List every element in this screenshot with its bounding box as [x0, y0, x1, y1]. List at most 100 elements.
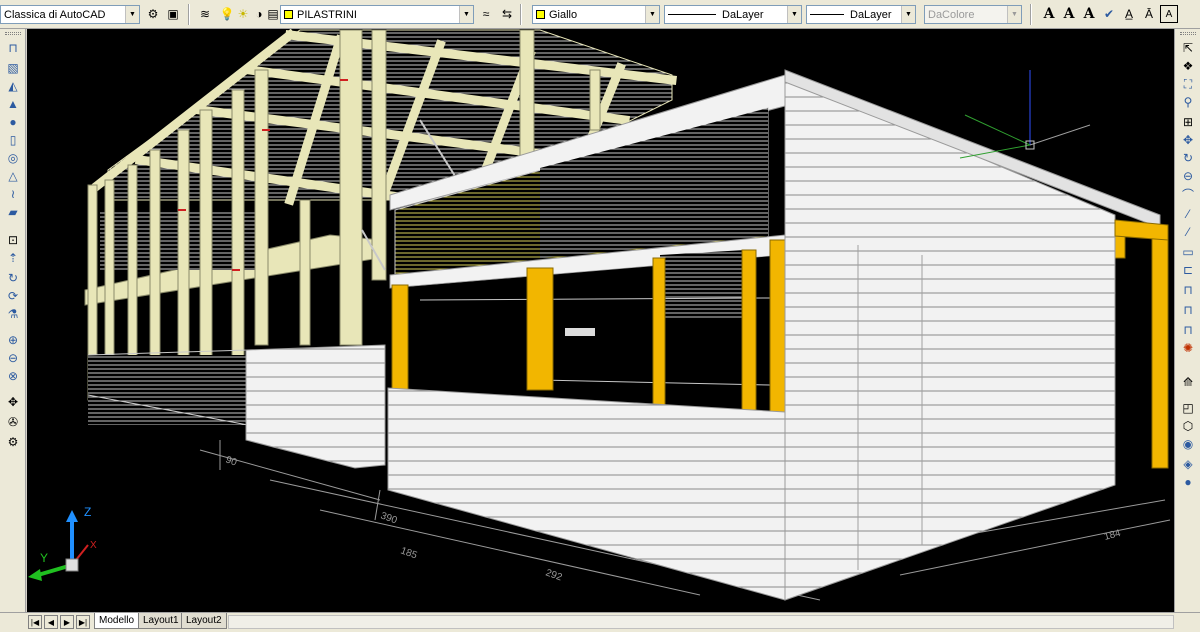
top-toolbar: Classica di AutoCAD ▼ ⚙ ▣ ≋ 💡 ☀ ◑ ▤ PILA…: [0, 0, 1200, 29]
3d-move-icon[interactable]: ✥: [4, 393, 22, 411]
spell-check-icon[interactable]: ✔: [1100, 5, 1118, 23]
ucs-label-y: Y: [40, 551, 48, 565]
revolve-icon[interactable]: ⟳: [4, 287, 22, 305]
find-text-icon[interactable]: A: [1080, 5, 1098, 23]
multiline-text-icon[interactable]: A: [1040, 5, 1058, 23]
first-tab-icon[interactable]: |◀: [28, 615, 42, 629]
extend-icon[interactable]: ⊓: [1179, 301, 1197, 319]
linetype-dropdown[interactable]: DaLayer ▼: [664, 5, 802, 24]
cylinder-icon[interactable]: ▯: [4, 131, 22, 149]
explode-icon[interactable]: ✺: [1179, 339, 1197, 357]
union-icon[interactable]: ⊕: [4, 331, 22, 349]
sphere-icon[interactable]: ●: [4, 113, 22, 131]
shaded-style-icon[interactable]: ●: [1179, 473, 1197, 491]
lineweight-preview: [810, 14, 844, 15]
3d-model-canvas[interactable]: 390 185 292 184 90 Z Y X: [27, 29, 1174, 612]
3d-zoom-icon[interactable]: ↻: [1179, 149, 1197, 167]
pyramid-icon[interactable]: △: [4, 167, 22, 185]
stretch-icon[interactable]: ⊏: [1179, 261, 1197, 279]
modeling-toolbar: ⊓ ▧ ◭ ▲ ● ▯ ◎ △ ≀ ▰ ⊡ ⇡ ↻ ⟳ ⚗ ⊕ ⊖ ⊗ ✥ ✇ …: [0, 29, 26, 612]
planar-surface-icon[interactable]: ▰: [4, 203, 22, 221]
lineweight-value: DaLayer: [850, 8, 892, 21]
toolbar-grip: [1180, 32, 1196, 35]
loft-icon[interactable]: ⚗: [4, 305, 22, 323]
fillet-icon[interactable]: ⁄: [1179, 205, 1197, 223]
plotstyle-value: DaColore: [928, 8, 975, 21]
break-icon[interactable]: ⊓: [1179, 321, 1197, 339]
chevron-down-icon: ▼: [125, 6, 139, 23]
ucs-label-x: X: [90, 540, 97, 551]
layer-color-swatch: [284, 10, 293, 19]
layer-manager-icon[interactable]: ≋: [196, 5, 214, 23]
offset-icon[interactable]: ▭: [1179, 243, 1197, 261]
free-orbit-icon[interactable]: ⚲: [1179, 93, 1197, 111]
navigation-toolbar: ⇱ ❖ ⛶ ⚲ ⊞ ✥ ↻ ⊖ ⌒ ⁄ ⁄ ▭ ⊏ ⊓ ⊓ ⊓ ✺ ⟰ ◰ ⬡ …: [1174, 29, 1200, 612]
torus-icon[interactable]: ◎: [4, 149, 22, 167]
prev-tab-icon[interactable]: ◀: [44, 615, 58, 629]
chamfer-icon[interactable]: ⁄: [1179, 223, 1197, 241]
layer-value: PILASTRINI: [297, 8, 357, 21]
chevron-down-icon: ▼: [459, 6, 473, 23]
box-icon[interactable]: ▧: [4, 59, 22, 77]
3d-align-icon[interactable]: ⚙: [4, 433, 22, 451]
viewports-icon[interactable]: ⊞: [1179, 113, 1197, 131]
3d-hidden-icon[interactable]: ⬡: [1179, 417, 1197, 435]
toolbar-separator: [520, 4, 522, 25]
constrained-orbit-icon[interactable]: ⛶: [1179, 75, 1197, 93]
model-viewport[interactable]: 390 185 292 184 90 Z Y X: [27, 29, 1174, 612]
trim-icon[interactable]: ⊓: [1179, 281, 1197, 299]
subtract-icon[interactable]: ⊖: [4, 349, 22, 367]
last-tab-icon[interactable]: ▶|: [76, 615, 90, 629]
linetype-value: DaLayer: [722, 8, 764, 21]
helix-icon[interactable]: ≀: [4, 185, 22, 203]
box-wireframe-icon[interactable]: ◰: [1179, 399, 1197, 417]
toolbar-separator: [188, 4, 190, 25]
presspull-icon[interactable]: ⇡: [4, 249, 22, 267]
3d-rotate-icon[interactable]: ✇: [4, 413, 22, 431]
make-current-layer-icon[interactable]: ≈: [477, 5, 495, 23]
edit-text-icon[interactable]: A: [1060, 5, 1078, 23]
pan-realtime-icon[interactable]: ⇱: [1179, 39, 1197, 57]
toolbar-separator: [1030, 4, 1032, 25]
scale-text-icon[interactable]: Ā: [1140, 5, 1158, 23]
chevron-down-icon: ▼: [1007, 6, 1021, 23]
realistic-style-icon[interactable]: ◉: [1179, 435, 1197, 453]
tab-layout1[interactable]: Layout1: [138, 613, 184, 629]
sweep-icon[interactable]: ↻: [4, 269, 22, 287]
color-swatch: [536, 10, 545, 19]
chevron-down-icon: ▼: [901, 6, 915, 23]
lineweight-dropdown[interactable]: DaLayer ▼: [806, 5, 916, 24]
extrude-icon[interactable]: ⊡: [4, 231, 22, 249]
wedge-icon[interactable]: ◭: [4, 77, 22, 95]
3d-walk-icon[interactable]: ⌒: [1179, 185, 1197, 203]
next-tab-icon[interactable]: ▶: [60, 615, 74, 629]
conceptual-style-icon[interactable]: ◈: [1179, 455, 1197, 473]
color-dropdown[interactable]: Giallo ▼: [532, 5, 660, 24]
3d-swivel-icon[interactable]: ⊖: [1179, 167, 1197, 185]
layer-previous-icon[interactable]: ⇆: [498, 5, 516, 23]
workspace-dropdown[interactable]: Classica di AutoCAD ▼: [0, 5, 140, 24]
color-value: Giallo: [549, 8, 578, 21]
workspace-save-icon[interactable]: ▣: [164, 5, 182, 23]
justify-text-icon[interactable]: A: [1160, 5, 1178, 23]
text-style-icon[interactable]: A̲: [1120, 5, 1138, 23]
polysolid-icon[interactable]: ⊓: [4, 39, 22, 57]
ucs-label-z: Z: [84, 505, 91, 519]
workspace-settings-icon[interactable]: ⚙: [144, 5, 162, 23]
horizontal-scrollbar[interactable]: [228, 615, 1174, 629]
intersect-icon[interactable]: ⊗: [4, 367, 22, 385]
workspace-value: Classica di AutoCAD: [4, 8, 106, 21]
linetype-preview: [668, 14, 716, 15]
plotstyle-dropdown: DaColore ▼: [924, 5, 1022, 24]
align-icon[interactable]: ⟰: [1179, 373, 1197, 391]
layer-dropdown[interactable]: PILASTRINI ▼: [280, 5, 474, 24]
tab-modello[interactable]: Modello: [94, 613, 140, 629]
3d-pan-icon[interactable]: ✥: [1179, 131, 1197, 149]
tab-layout2[interactable]: Layout2: [181, 613, 227, 629]
chevron-down-icon: ▼: [787, 6, 801, 23]
chevron-down-icon: ▼: [645, 6, 659, 23]
cone-icon[interactable]: ▲: [4, 95, 22, 113]
svg-text:184: 184: [1103, 528, 1122, 543]
3d-orbit-icon[interactable]: ❖: [1179, 57, 1197, 75]
low-clad-wall: [245, 344, 386, 469]
